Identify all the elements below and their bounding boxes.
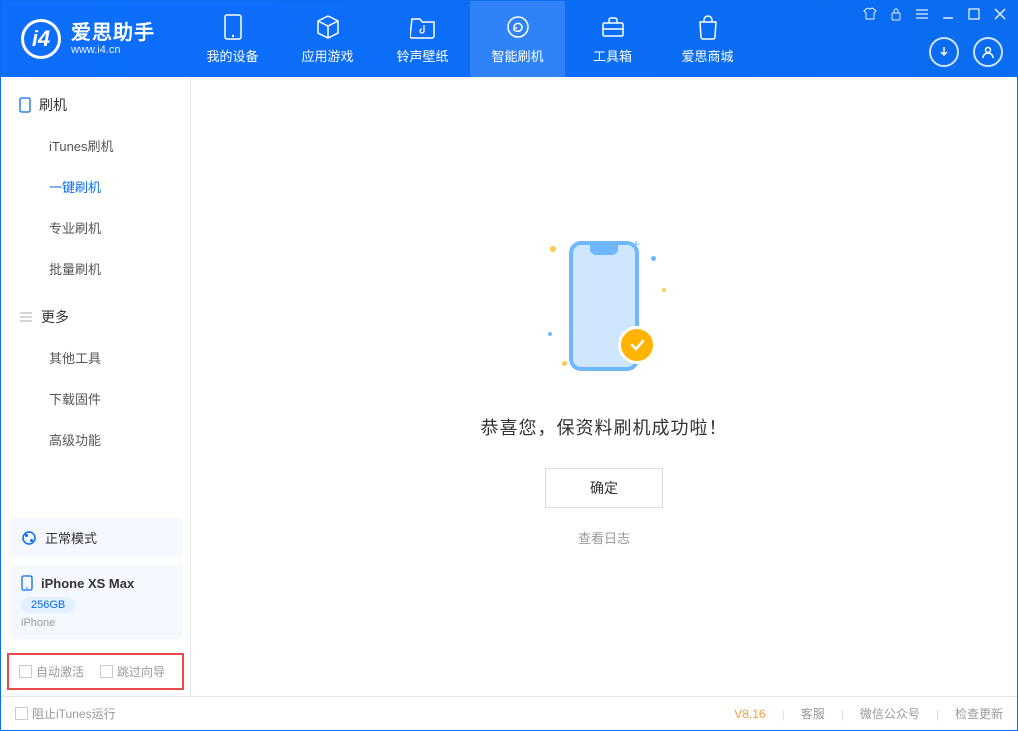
- phone-icon: [21, 575, 33, 591]
- sidebar-section-more: 更多 其他工具 下载固件 高级功能: [1, 289, 190, 460]
- device-name: iPhone XS Max: [41, 576, 134, 591]
- music-folder-icon: [410, 14, 436, 40]
- device-icon: [220, 14, 246, 40]
- statusbar: 阻止iTunes运行 V8.16 | 客服 | 微信公众号 | 检查更新: [1, 696, 1017, 730]
- decor-dot: [548, 332, 552, 336]
- minimize-icon[interactable]: [941, 7, 955, 21]
- success-message: 恭喜您，保资料刷机成功啦！: [481, 414, 728, 440]
- logo-text: 爱思助手 www.i4.cn: [71, 22, 155, 56]
- sidebar-header-flash: 刷机: [1, 91, 190, 125]
- sidebar-item-advanced[interactable]: 高级功能: [1, 419, 190, 460]
- nav-label: 我的设备: [206, 46, 258, 65]
- decor-dot: [550, 246, 556, 252]
- device-panel[interactable]: iPhone XS Max 256GB iPhone: [9, 565, 182, 639]
- separator: |: [782, 707, 785, 721]
- titlebar: i4 爱思助手 www.i4.cn 我的设备 应用游戏: [1, 1, 1017, 77]
- main-nav: 我的设备 应用游戏 铃声壁纸 智能刷机: [185, 1, 755, 77]
- header-right: [929, 37, 1003, 67]
- sidebar-header-more: 更多: [1, 303, 190, 337]
- refresh-gear-icon: [505, 14, 531, 40]
- user-button[interactable]: [973, 37, 1003, 67]
- statusbar-right: V8.16 | 客服 | 微信公众号 | 检查更新: [734, 705, 1003, 722]
- nav-label: 工具箱: [593, 46, 632, 65]
- checkbox-icon: [19, 665, 32, 678]
- check-badge-icon: [618, 326, 656, 364]
- ok-button[interactable]: 确定: [545, 468, 663, 508]
- app-subtitle: www.i4.cn: [71, 44, 155, 56]
- wechat-link[interactable]: 微信公众号: [860, 705, 920, 722]
- close-icon[interactable]: [993, 7, 1007, 21]
- sidebar: 刷机 iTunes刷机 一键刷机 专业刷机 批量刷机 更多 其他工具 下载固件 …: [1, 77, 191, 696]
- checkbox-block-itunes[interactable]: 阻止iTunes运行: [15, 705, 116, 722]
- mode-icon: [21, 530, 37, 546]
- nav-store[interactable]: 爱思商城: [660, 1, 755, 77]
- cube-icon: [315, 14, 341, 40]
- app-title: 爱思助手: [71, 22, 155, 44]
- decor-dot: [662, 288, 666, 292]
- sidebar-item-download-firmware[interactable]: 下载固件: [1, 378, 190, 419]
- sidebar-item-itunes-flash[interactable]: iTunes刷机: [1, 125, 190, 166]
- check-update-link[interactable]: 检查更新: [955, 705, 1003, 722]
- separator: |: [936, 707, 939, 721]
- checkbox-label: 自动激活: [36, 663, 84, 680]
- sidebar-item-onekey-flash[interactable]: 一键刷机: [1, 166, 190, 207]
- nav-apps-games[interactable]: 应用游戏: [280, 1, 375, 77]
- support-link[interactable]: 客服: [801, 705, 825, 722]
- checkbox-icon: [100, 665, 113, 678]
- checkbox-auto-activate[interactable]: 自动激活: [19, 663, 84, 680]
- decor-dot: [651, 256, 656, 261]
- checkbox-label: 跳过向导: [117, 663, 165, 680]
- download-button[interactable]: [929, 37, 959, 67]
- menu-icon[interactable]: [915, 7, 929, 21]
- success-illustration: + +: [524, 226, 684, 386]
- sidebar-item-pro-flash[interactable]: 专业刷机: [1, 207, 190, 248]
- app-window: i4 爱思助手 www.i4.cn 我的设备 应用游戏: [0, 0, 1018, 731]
- logo-block: i4 爱思助手 www.i4.cn: [1, 19, 175, 59]
- nav-smart-flash[interactable]: 智能刷机: [470, 1, 565, 77]
- lock-icon[interactable]: [889, 7, 903, 21]
- section-title: 更多: [41, 307, 69, 327]
- maximize-icon[interactable]: [967, 7, 981, 21]
- section-title: 刷机: [39, 95, 67, 115]
- storage-badge: 256GB: [21, 597, 75, 613]
- device-type: iPhone: [21, 617, 170, 629]
- device-name-row: iPhone XS Max: [21, 575, 170, 591]
- nav-toolbox[interactable]: 工具箱: [565, 1, 660, 77]
- checkbox-label: 阻止iTunes运行: [32, 705, 116, 722]
- shopping-bag-icon: [695, 14, 721, 40]
- window-controls: [863, 7, 1007, 21]
- main-content: + + 恭喜您，保资料刷机成功啦！ 确定 查看日志: [191, 77, 1017, 696]
- nav-label: 智能刷机: [491, 46, 543, 65]
- view-log-link[interactable]: 查看日志: [578, 528, 630, 547]
- nav-label: 应用游戏: [301, 46, 353, 65]
- highlighted-checkbox-row: 自动激活 跳过向导: [7, 653, 184, 690]
- mode-panel[interactable]: 正常模式: [9, 518, 182, 557]
- checkbox-skip-guide[interactable]: 跳过向导: [100, 663, 165, 680]
- decor-dot: [562, 361, 567, 366]
- nav-my-device[interactable]: 我的设备: [185, 1, 280, 77]
- nav-label: 爱思商城: [681, 46, 733, 65]
- body: 刷机 iTunes刷机 一键刷机 专业刷机 批量刷机 更多 其他工具 下载固件 …: [1, 77, 1017, 696]
- sidebar-item-other-tools[interactable]: 其他工具: [1, 337, 190, 378]
- sidebar-item-batch-flash[interactable]: 批量刷机: [1, 248, 190, 289]
- phone-small-icon: [19, 97, 31, 113]
- version-label: V8.16: [734, 707, 765, 721]
- nav-ringtones[interactable]: 铃声壁纸: [375, 1, 470, 77]
- tshirt-icon[interactable]: [863, 7, 877, 21]
- list-small-icon: [19, 311, 33, 323]
- mode-label: 正常模式: [45, 528, 97, 547]
- app-logo-icon: i4: [21, 19, 61, 59]
- nav-label: 铃声壁纸: [396, 46, 448, 65]
- checkbox-icon: [15, 707, 28, 720]
- toolbox-icon: [600, 14, 626, 40]
- sidebar-section-flash: 刷机 iTunes刷机 一键刷机 专业刷机 批量刷机: [1, 77, 190, 289]
- separator: |: [841, 707, 844, 721]
